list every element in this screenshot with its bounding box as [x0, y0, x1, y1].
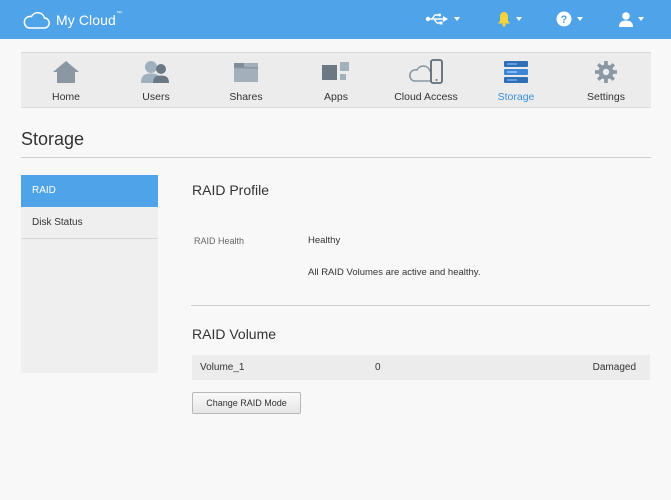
folder-icon	[234, 63, 258, 82]
nav-item-cloud-access[interactable]: Cloud Access	[381, 53, 471, 107]
svg-text:?: ?	[561, 14, 568, 26]
raid-health-label: RAID Health	[194, 236, 245, 246]
raid-health-value: Healthy	[308, 235, 341, 246]
usb-menu[interactable]	[425, 9, 460, 29]
page-title: Storage	[21, 129, 85, 149]
users-icon	[141, 61, 169, 83]
nav-item-settings[interactable]: Settings	[561, 53, 651, 107]
gear-icon	[595, 61, 617, 83]
table-row[interactable]: Volume_1 0 Damaged	[192, 355, 650, 380]
help-icon: ?	[556, 11, 572, 27]
top-bar: My Cloud™ ?	[0, 0, 671, 39]
sidebar-item-disk-status[interactable]: Disk Status	[21, 207, 158, 239]
chevron-down-icon	[577, 17, 583, 21]
divider	[191, 305, 650, 306]
nav-item-apps[interactable]: Apps	[291, 53, 381, 107]
bell-icon	[498, 12, 510, 27]
divider	[21, 157, 651, 158]
storage-icon	[504, 61, 528, 83]
notifications-menu[interactable]	[497, 9, 522, 29]
user-menu[interactable]	[619, 9, 644, 29]
nav-item-home[interactable]: Home	[21, 53, 111, 107]
nav-item-users[interactable]: Users	[111, 53, 201, 107]
volume-value: 0	[375, 362, 381, 373]
chevron-down-icon	[638, 17, 644, 21]
chevron-down-icon	[516, 17, 522, 21]
main-nav: Home Users Shares Apps Cloud Access Stor…	[21, 52, 651, 108]
volume-status: Damaged	[592, 362, 636, 373]
home-icon	[53, 61, 79, 83]
sidebar: RAID Disk Status	[21, 175, 158, 373]
chevron-down-icon	[454, 17, 460, 21]
sidebar-item-raid[interactable]: RAID	[21, 175, 158, 207]
raid-profile-heading: RAID Profile	[192, 182, 270, 198]
logo[interactable]: My Cloud™	[22, 10, 122, 30]
apps-icon	[322, 62, 349, 80]
app-name: My Cloud™	[56, 11, 123, 28]
user-icon	[619, 12, 633, 27]
raid-volume-heading: RAID Volume	[192, 326, 277, 342]
raid-health-message: All RAID Volumes are active and healthy.	[308, 267, 481, 278]
help-menu[interactable]: ?	[556, 9, 583, 29]
usb-icon	[425, 13, 448, 25]
change-raid-mode-button[interactable]: Change RAID Mode	[192, 392, 301, 414]
nav-item-storage[interactable]: Storage	[471, 53, 561, 107]
cloud-access-icon	[409, 59, 443, 84]
cloud-logo-icon	[23, 11, 50, 29]
volume-name: Volume_1	[200, 362, 245, 373]
nav-item-shares[interactable]: Shares	[201, 53, 291, 107]
